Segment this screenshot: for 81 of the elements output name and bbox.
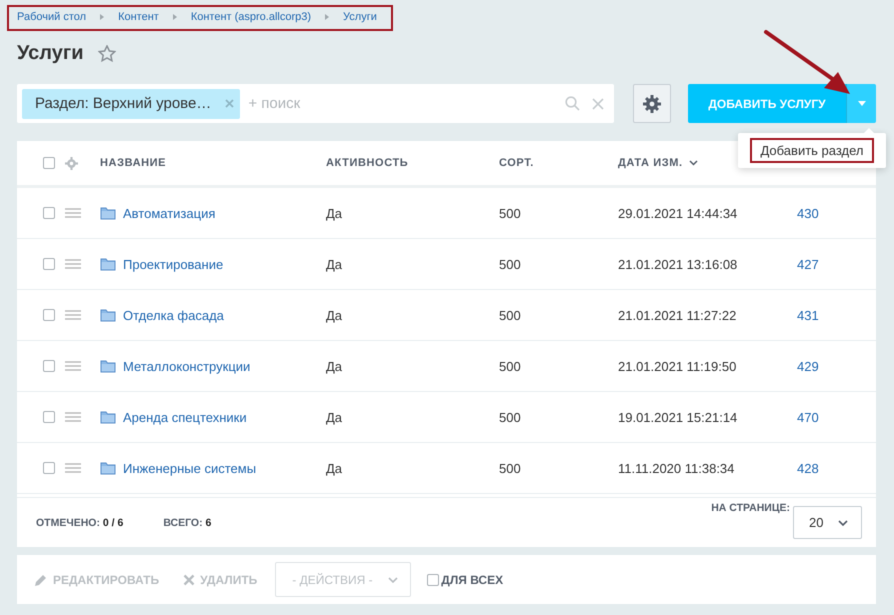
id-link[interactable]: 427 [797,256,876,272]
table-cell-text: Да [326,256,344,272]
drag-handle-icon[interactable] [65,310,81,320]
table-cell-text: Да [326,410,344,424]
table-cell-text: 21.01.2021 13:16:08 [618,256,738,272]
table-cell-text: Да [326,206,344,220]
checkbox[interactable] [43,258,55,270]
drag-handle-icon[interactable] [65,412,81,422]
filter-tag[interactable]: Раздел: Верхний урове… [22,88,240,118]
drag-handle-icon[interactable] [65,259,81,269]
table-cell-text: 500 [499,410,522,424]
checkbox[interactable] [427,574,440,586]
id-link[interactable]: 428 [797,460,876,476]
drag-handle-icon[interactable] [65,208,81,218]
remove-tag-icon[interactable] [225,99,234,108]
search-icon[interactable] [565,96,580,111]
marked-count: 0 / 6 [102,516,124,528]
close-icon [183,574,196,586]
folder-icon [100,410,116,424]
checkbox[interactable] [43,309,55,321]
checkbox[interactable] [43,462,55,474]
column-header[interactable]: НАЗВАНИЕ [100,157,166,169]
table-cell-text: 500 [499,256,522,272]
star-icon[interactable] [98,44,116,62]
column-header[interactable]: АКТИВНОСТЬ [326,157,408,169]
section-link[interactable]: Аренда спецтехники [123,410,247,424]
folder-icon [100,308,116,322]
breadcrumb-link[interactable]: Рабочий стол [17,11,86,23]
filter-tag-label: Раздел: Верхний урове… [35,95,212,112]
section-link[interactable]: Автоматизация [123,206,216,220]
table-cell-text: 500 [499,206,522,220]
settings-button[interactable] [633,84,671,123]
table-cell-text: 500 [499,308,522,322]
column-header[interactable]: ДАТА ИЗМ. [618,157,683,169]
checkbox[interactable] [43,411,55,423]
dropdown-toggle-button[interactable] [846,84,876,123]
column-header[interactable]: СОРТ. [499,157,534,169]
total-count: 6 [206,516,212,528]
breadcrumb-link[interactable]: Контент (aspro.allcorp3) [190,11,312,23]
table-cell-text: Да [326,358,344,374]
page-title: Услуги [17,42,84,64]
chevron-icon [388,576,398,582]
section-link[interactable]: Отделка фасада [123,308,224,322]
for-all-label: ДЛЯ ВСЕХ [441,572,504,586]
section-link[interactable]: Инженерные системы [123,460,256,476]
marked-label: ОТМЕЧЕНО: [36,516,100,528]
checkbox[interactable] [43,360,55,372]
table-cell-text: 11.11.2020 11:38:34 [618,460,736,476]
drag-handle-icon[interactable] [65,463,81,473]
id-link[interactable]: 431 [797,308,876,322]
total-label: ВСЕГО: [163,516,203,528]
search-field[interactable]: Раздел: Верхний урове… + поиск [17,84,614,123]
drag-handle-icon[interactable] [65,361,81,371]
table-cell-text: 21.01.2021 11:19:50 [618,358,738,374]
section-link[interactable]: Металлоконструкции [123,358,250,374]
breadcrumb-link[interactable]: Контент [118,11,159,23]
breadcrumb-link[interactable]: Услуги [343,11,377,23]
folder-icon [100,359,116,373]
menu-item[interactable]: Добавить раздел [750,138,874,163]
folder-icon [100,461,116,475]
table-cell-text: 29.01.2021 14:44:34 [618,206,738,220]
checkbox[interactable] [43,207,55,219]
id-link[interactable]: 429 [797,358,876,374]
folder-icon [100,257,116,271]
chevron-icon [838,520,848,526]
table-cell-text: 21.01.2021 11:27:22 [618,308,738,322]
caret-icon [858,101,866,106]
table-cell-text: 19.01.2021 15:21:14 [618,410,738,424]
table-cell-text: 500 [499,358,522,374]
table-cell-text: Да [326,460,344,476]
per-page-label: НА СТРАНИЦЕ: [711,502,790,514]
pencil-icon [34,572,48,586]
folder-icon [100,206,116,220]
checkbox[interactable] [43,157,55,169]
id-link[interactable]: 470 [797,410,876,424]
per-page-select[interactable]: 20 [793,506,862,539]
id-link[interactable]: 430 [797,206,876,220]
table-cell-text: 500 [499,460,522,476]
clear-icon[interactable] [592,98,604,110]
section-link[interactable]: Проектирование [123,256,224,272]
table-cell-text: Да [326,308,344,322]
